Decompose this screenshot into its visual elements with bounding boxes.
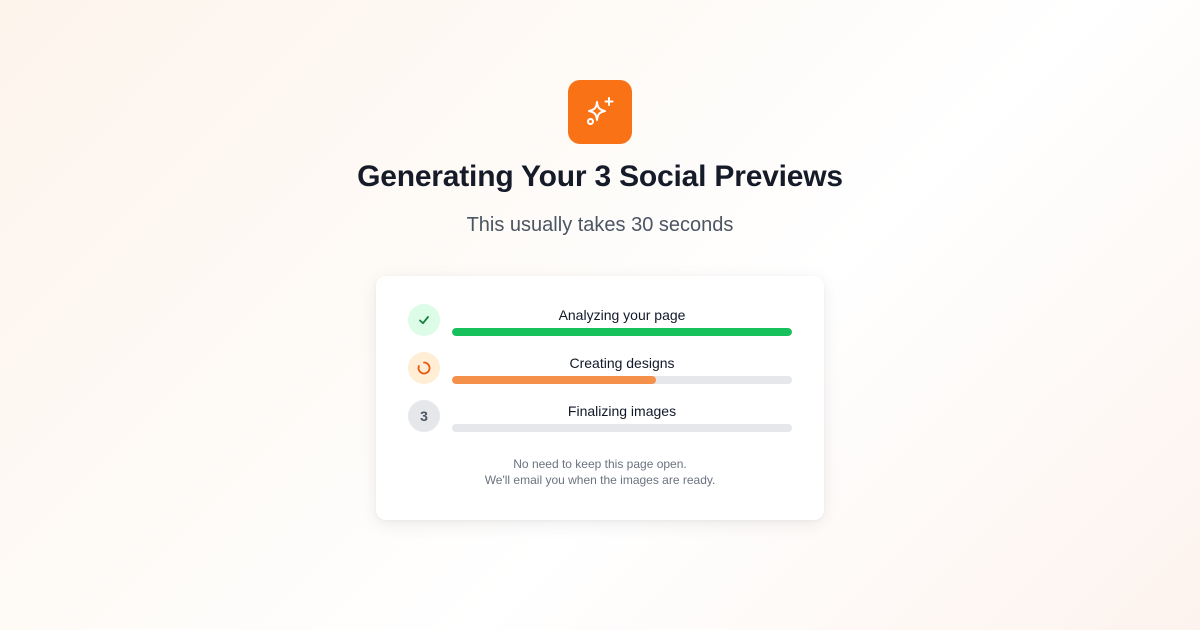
step-finalizing: 3 Finalizing images [408, 400, 792, 432]
checkmark-icon [408, 304, 440, 336]
step-analyzing: Analyzing your page [408, 304, 792, 336]
note-line-1: No need to keep this page open. [513, 457, 687, 471]
info-note: No need to keep this page open. We'll em… [376, 456, 824, 488]
progress-card: Analyzing your page Creating designs 3 F… [376, 276, 824, 520]
progress-bar [452, 376, 792, 384]
step-number-badge: 3 [408, 400, 440, 432]
step-label: Creating designs [569, 355, 675, 371]
progress-bar [452, 424, 792, 432]
progress-fill [452, 328, 792, 336]
progress-fill [452, 376, 656, 384]
spinner-icon [408, 352, 440, 384]
page-subtitle: This usually takes 30 seconds [466, 214, 734, 236]
page-title: Generating Your 3 Social Previews [357, 160, 843, 193]
note-line-2: We'll email you when the images are read… [484, 473, 716, 487]
step-label: Finalizing images [567, 403, 677, 419]
step-label: Analyzing your page [558, 307, 686, 323]
step-creating: Creating designs [408, 352, 792, 384]
progress-bar [452, 328, 792, 336]
sparkles-icon [568, 80, 632, 144]
